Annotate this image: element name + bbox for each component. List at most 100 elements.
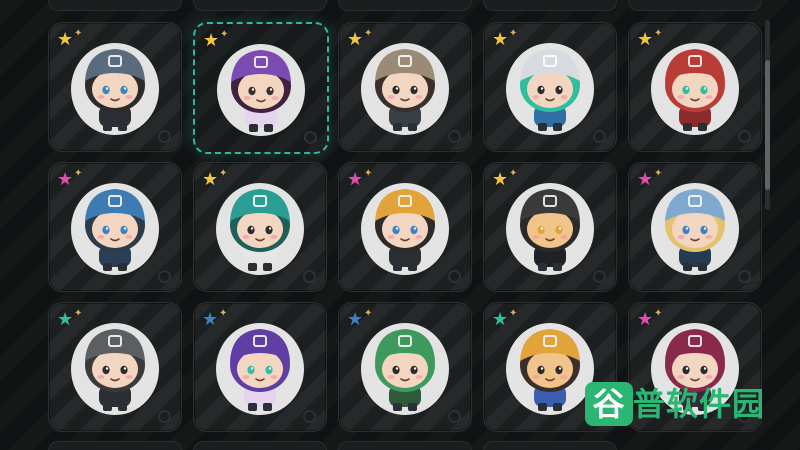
eye-highlight bbox=[558, 227, 562, 230]
character-eye bbox=[537, 365, 545, 375]
eye-highlight bbox=[685, 367, 689, 370]
character-foot bbox=[264, 124, 273, 132]
character-blush bbox=[387, 375, 395, 379]
character-face bbox=[672, 70, 718, 108]
character-avatar-icon bbox=[361, 43, 449, 135]
character-foot bbox=[698, 123, 707, 131]
eye-highlight bbox=[105, 367, 109, 370]
character-blush bbox=[387, 235, 395, 239]
character-face bbox=[527, 210, 573, 248]
character-avatar-icon bbox=[217, 44, 305, 136]
character-slot[interactable]: ★ ✦ bbox=[338, 302, 472, 432]
character-blush bbox=[125, 95, 133, 99]
scroll-thumb[interactable] bbox=[765, 60, 770, 190]
character-foot bbox=[408, 263, 417, 271]
character-foot bbox=[118, 263, 127, 271]
character-avatar-icon bbox=[216, 323, 304, 415]
slot-status-icon bbox=[593, 270, 606, 283]
character-avatar-icon bbox=[71, 183, 159, 275]
character-slot[interactable]: ★ ✦ bbox=[628, 22, 762, 152]
character-slot[interactable]: ★ ✦ bbox=[48, 22, 182, 152]
eye-highlight bbox=[250, 227, 254, 230]
character-foot bbox=[553, 263, 562, 271]
character-slot[interactable]: ★ ✦ bbox=[338, 162, 472, 292]
character-foot bbox=[263, 403, 272, 411]
character-eye bbox=[247, 225, 255, 235]
character-slot[interactable]: ★ ✦ bbox=[193, 162, 327, 292]
eye-highlight bbox=[395, 367, 399, 370]
character-foot bbox=[408, 403, 417, 411]
character-face bbox=[672, 210, 718, 248]
character-slot[interactable]: ★ ✦ bbox=[338, 22, 472, 152]
eye-highlight bbox=[268, 367, 272, 370]
character-foot bbox=[683, 263, 692, 271]
watermark-logo: 谷普软件园 bbox=[585, 378, 785, 434]
character-blush bbox=[242, 235, 250, 239]
character-avatar-icon bbox=[71, 323, 159, 415]
character-slot[interactable]: ★ ✦ bbox=[48, 162, 182, 292]
eye-highlight bbox=[250, 367, 254, 370]
slot-status-icon bbox=[738, 270, 751, 283]
character-blush bbox=[415, 375, 423, 379]
slot-status-icon bbox=[448, 410, 461, 423]
watermark-rest: 普软件园 bbox=[633, 385, 766, 423]
character-eye bbox=[700, 365, 708, 375]
character-blush bbox=[415, 95, 423, 99]
eye-highlight bbox=[413, 227, 417, 230]
character-blush bbox=[270, 375, 278, 379]
character-avatar-icon bbox=[506, 183, 594, 275]
character-eye bbox=[392, 85, 400, 95]
character-foot bbox=[538, 263, 547, 271]
character-blush bbox=[705, 235, 713, 239]
eye-highlight bbox=[703, 227, 707, 230]
character-eye bbox=[410, 85, 418, 95]
character-blush bbox=[677, 95, 685, 99]
eye-highlight bbox=[123, 367, 127, 370]
character-foot bbox=[393, 403, 402, 411]
slot-status-icon bbox=[304, 131, 317, 144]
slot-status-icon bbox=[448, 130, 461, 143]
watermark-text: 谷普软件园 bbox=[585, 382, 785, 426]
character-avatar-icon bbox=[71, 43, 159, 135]
slot-status-icon bbox=[303, 410, 316, 423]
character-blush bbox=[270, 235, 278, 239]
character-foot bbox=[103, 123, 112, 131]
character-blush bbox=[677, 235, 685, 239]
slot-partial-bottom bbox=[48, 441, 182, 450]
character-blush bbox=[125, 375, 133, 379]
character-eye bbox=[537, 225, 545, 235]
character-slot[interactable]: ★ ✦ bbox=[193, 302, 327, 432]
character-blush bbox=[532, 375, 540, 379]
character-eye bbox=[120, 365, 128, 375]
eye-highlight bbox=[685, 87, 689, 90]
eye-highlight bbox=[269, 88, 273, 91]
watermark-first-char: 谷 bbox=[592, 385, 626, 423]
eye-highlight bbox=[395, 87, 399, 90]
eye-highlight bbox=[540, 87, 544, 90]
character-blush bbox=[387, 95, 395, 99]
character-eye bbox=[410, 365, 418, 375]
character-slot[interactable]: ★ ✦ bbox=[483, 162, 617, 292]
character-eye bbox=[120, 85, 128, 95]
character-foot bbox=[263, 263, 272, 271]
character-face bbox=[92, 350, 138, 388]
character-eye bbox=[265, 365, 273, 375]
character-foot bbox=[248, 403, 257, 411]
slot-status-icon bbox=[448, 270, 461, 283]
character-eye bbox=[700, 85, 708, 95]
character-avatar-icon bbox=[651, 43, 739, 135]
character-slot[interactable]: ★ ✦ bbox=[483, 22, 617, 152]
character-foot bbox=[249, 124, 258, 132]
character-slot[interactable]: ★ ✦ bbox=[628, 162, 762, 292]
character-face bbox=[527, 350, 573, 388]
character-slot[interactable]: ★ ✦ bbox=[193, 22, 329, 154]
character-slot[interactable]: ★ ✦ bbox=[48, 302, 182, 432]
character-face bbox=[237, 350, 283, 388]
character-blush bbox=[560, 375, 568, 379]
eye-highlight bbox=[558, 367, 562, 370]
grid-scrollbar[interactable] bbox=[765, 20, 770, 210]
character-foot bbox=[393, 123, 402, 131]
character-eye bbox=[555, 225, 563, 235]
character-foot bbox=[118, 123, 127, 131]
slot-partial-bottom bbox=[338, 441, 472, 450]
